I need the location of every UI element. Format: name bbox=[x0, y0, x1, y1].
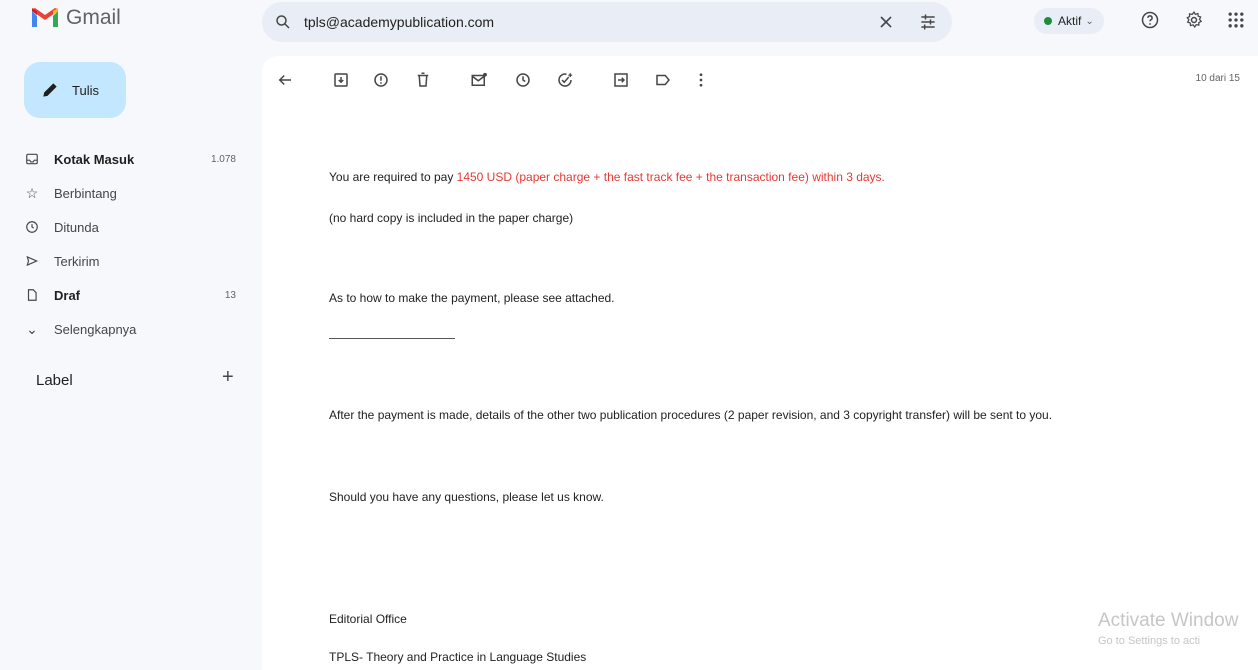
sidebar-item-more[interactable]: ⌄ Selengkapnya bbox=[0, 312, 250, 346]
label-tag-icon[interactable] bbox=[654, 71, 672, 89]
signature-line: TPLS- Theory and Practice in Language St… bbox=[329, 650, 587, 664]
email-view: 10 dari 15 You are required to pay 1450 … bbox=[262, 56, 1258, 670]
search-bar bbox=[262, 2, 952, 42]
email-paragraph: You are required to pay 1450 USD (paper … bbox=[329, 170, 885, 184]
sidebar-item-label: Berbintang bbox=[54, 185, 117, 201]
compose-button[interactable]: Tulis bbox=[24, 62, 126, 118]
sidebar-item-starred[interactable]: ☆ Berbintang bbox=[0, 176, 250, 210]
search-icon[interactable] bbox=[274, 13, 292, 31]
apps-grid-icon[interactable] bbox=[1226, 10, 1246, 30]
archive-icon[interactable] bbox=[332, 71, 350, 89]
watermark-title: Activate Window bbox=[1098, 610, 1239, 631]
send-icon bbox=[24, 253, 40, 269]
sidebar-item-label: Kotak Masuk bbox=[54, 151, 135, 167]
settings-gear-icon[interactable] bbox=[1184, 10, 1204, 30]
star-icon: ☆ bbox=[25, 184, 39, 201]
windows-activation-watermark: Activate Window Go to Settings to acti bbox=[1098, 610, 1238, 647]
email-paragraph: (no hard copy is included in the paper c… bbox=[329, 211, 574, 225]
help-icon[interactable] bbox=[1140, 10, 1160, 30]
sidebar-item-sent[interactable]: Terkirim bbox=[0, 244, 250, 278]
unread-count: 1.078 bbox=[210, 153, 236, 165]
sidebar-nav: Kotak Masuk 1.078 ☆ Berbintang Ditunda T… bbox=[0, 142, 250, 346]
labels-heading: Label bbox=[36, 372, 73, 389]
more-options-icon[interactable] bbox=[692, 71, 710, 89]
sidebar-item-label: Ditunda bbox=[54, 219, 99, 235]
status-label: Aktif bbox=[1058, 14, 1082, 28]
sidebar-item-label: Selengkapnya bbox=[54, 321, 137, 337]
delete-icon[interactable] bbox=[414, 71, 432, 89]
top-bar: Gmail Aktif ⌄ bbox=[0, 0, 1258, 48]
report-spam-icon[interactable] bbox=[372, 71, 390, 89]
divider-line bbox=[329, 338, 455, 339]
clear-search-icon[interactable] bbox=[876, 12, 896, 32]
email-paragraph: As to how to make the payment, please se… bbox=[329, 291, 615, 305]
add-task-icon[interactable] bbox=[556, 71, 574, 89]
email-paragraph: Should you have any questions, please le… bbox=[329, 490, 604, 504]
sidebar-item-drafts[interactable]: Draf 13 bbox=[0, 278, 250, 312]
back-arrow-icon[interactable] bbox=[276, 71, 294, 89]
snooze-clock-icon[interactable] bbox=[514, 71, 532, 89]
email-toolbar: 10 dari 15 bbox=[262, 56, 1258, 104]
clock-icon bbox=[24, 219, 40, 235]
inbox-icon bbox=[24, 151, 40, 167]
app-name: Gmail bbox=[66, 6, 121, 29]
move-to-icon[interactable] bbox=[612, 71, 630, 89]
signature-line: Editorial Office bbox=[329, 612, 407, 626]
payment-text: You are required to pay bbox=[329, 170, 457, 184]
pencil-icon bbox=[43, 83, 57, 97]
sidebar-item-label: Terkirim bbox=[54, 253, 100, 269]
compose-label: Tulis bbox=[72, 82, 99, 98]
email-paragraph: After the payment is made, details of th… bbox=[329, 408, 1053, 422]
sidebar-item-inbox[interactable]: Kotak Masuk 1.078 bbox=[0, 142, 250, 176]
gmail-logo[interactable]: Gmail bbox=[30, 6, 121, 30]
status-dot-icon bbox=[1044, 17, 1052, 25]
draft-count: 13 bbox=[224, 289, 236, 301]
payment-amount-highlight: 1450 USD (paper charge + the fast track … bbox=[456, 170, 885, 184]
search-input[interactable] bbox=[302, 13, 846, 31]
sidebar-item-snoozed[interactable]: Ditunda bbox=[0, 210, 250, 244]
pagination-count: 10 dari 15 bbox=[1195, 73, 1240, 84]
sidebar-item-label: Draf bbox=[54, 287, 81, 303]
draft-icon bbox=[24, 287, 40, 303]
gmail-m-icon bbox=[32, 8, 58, 27]
mark-unread-icon[interactable] bbox=[470, 71, 488, 89]
status-selector[interactable]: Aktif ⌄ bbox=[1034, 8, 1104, 34]
add-label-plus-icon[interactable]: + bbox=[222, 366, 234, 389]
search-options-icon[interactable] bbox=[918, 12, 938, 32]
chevron-down-icon: ⌄ bbox=[26, 320, 38, 337]
chevron-down-icon: ⌄ bbox=[1085, 15, 1094, 27]
watermark-subtitle: Go to Settings to acti bbox=[1098, 635, 1201, 647]
